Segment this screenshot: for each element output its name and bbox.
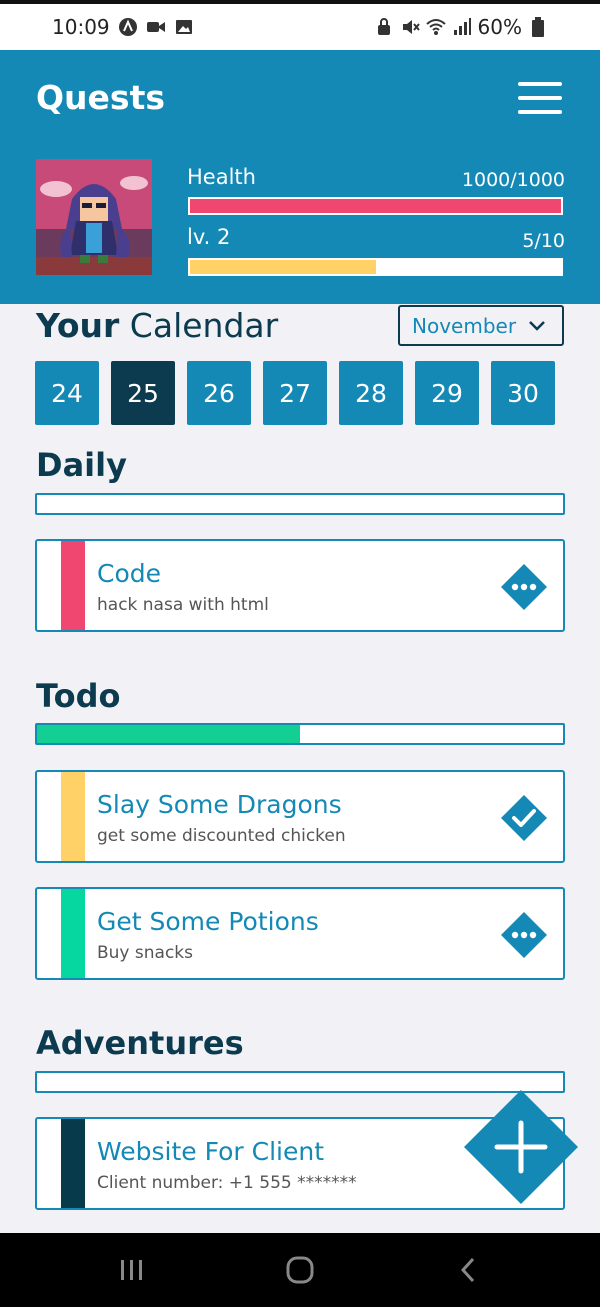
hamburger-menu-icon[interactable] [518,82,562,114]
battery-icon [528,17,548,37]
more-options-icon[interactable] [500,563,548,611]
video-camera-icon [146,17,166,37]
task-color-stripe [61,1119,85,1208]
image-icon [174,17,194,37]
wifi-icon [425,17,446,37]
month-dropdown[interactable]: November [398,305,564,346]
system-nav-bar [0,1233,600,1307]
day-27[interactable]: 27 [263,361,327,425]
task-color-stripe [61,772,85,861]
task-title: Code [97,559,162,588]
mute-icon [400,17,420,37]
task-color-stripe [61,541,85,630]
month-value: November [412,313,517,338]
daily-progress-bar [35,493,565,515]
task-color-stripe [61,889,85,978]
health-bar [188,197,563,215]
battery-percent: 60% [477,15,522,39]
task-subtitle: get some discounted chicken [97,826,346,846]
task-subtitle: Buy snacks [97,943,193,963]
day-25-selected[interactable]: 25 [111,361,175,425]
todo-progress-bar [35,723,565,745]
xp-value: 5/10 [522,230,565,252]
day-24[interactable]: 24 [35,361,99,425]
task-card-get-potions[interactable]: Get Some Potions Buy snacks [35,887,565,980]
task-card-code[interactable]: Code hack nasa with html [35,539,565,632]
task-title: Get Some Potions [97,907,319,936]
header: Quests Health 1000/1000 lv. 2 5/10 [0,50,600,304]
health-value: 1000/1000 [461,169,565,191]
level-label: lv. 2 [187,225,231,249]
todo-progress-fill [37,725,300,743]
day-29[interactable]: 29 [415,361,479,425]
task-card-slay-dragons[interactable]: Slay Some Dragons get some discounted ch… [35,770,565,863]
xp-bar-fill [190,260,376,274]
task-subtitle: hack nasa with html [97,595,269,615]
section-title-daily: Daily [36,446,127,484]
home-icon[interactable] [280,1255,320,1285]
task-title: Website For Client [97,1137,324,1166]
xp-bar [188,258,563,276]
page-title: Quests [36,78,165,117]
day-28[interactable]: 28 [339,361,403,425]
health-bar-fill [190,199,561,213]
task-subtitle: Client number: +1 555 ******* [97,1173,357,1193]
calendar-title: Your Calendar [36,306,279,345]
avatar [36,159,152,275]
clock: 10:09 [52,15,110,39]
task-title: Slay Some Dragons [97,790,342,819]
day-picker: 24 25 26 27 28 29 30 [35,361,555,425]
section-title-adventures: Adventures [36,1024,244,1062]
chevron-down-icon [529,320,545,331]
check-icon[interactable] [500,794,548,842]
section-title-todo: Todo [36,677,121,715]
plus-icon[interactable] [463,1089,579,1205]
day-26[interactable]: 26 [187,361,251,425]
more-options-icon[interactable] [500,911,548,959]
recent-apps-icon[interactable] [112,1255,152,1285]
alarm-lock-icon [374,17,394,37]
signal-icon [452,17,472,37]
app-notification-icon [118,17,138,37]
day-30[interactable]: 30 [491,361,555,425]
status-bar: 10:09 60% [0,0,600,50]
health-label: Health [187,165,256,189]
back-icon[interactable] [448,1255,488,1285]
